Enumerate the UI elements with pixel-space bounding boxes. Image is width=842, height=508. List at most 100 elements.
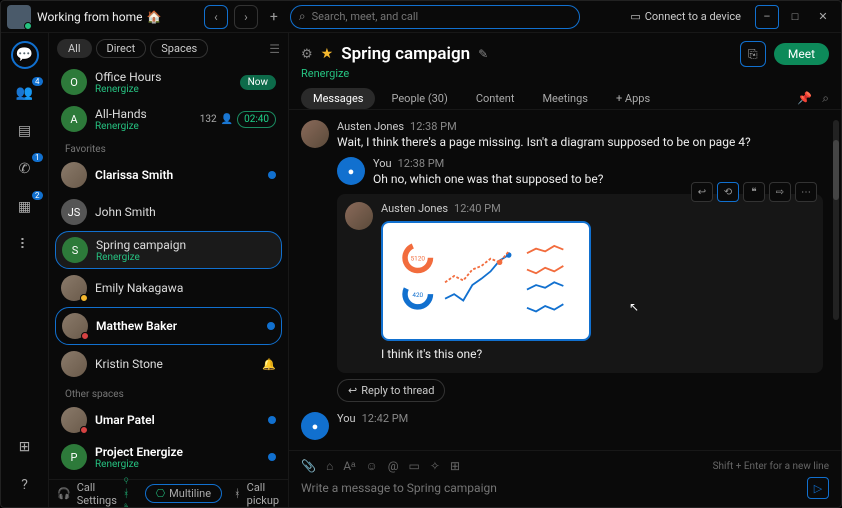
user-status[interactable]: Working from home 🏠 — [37, 10, 161, 24]
filter-spaces[interactable]: Spaces — [150, 39, 208, 58]
reaction-bar: ↩ ⟲ ❝ ⇨ ⋯ — [691, 182, 817, 202]
pin-icon[interactable]: 📌 — [797, 91, 812, 106]
back-button[interactable]: ‹ — [204, 5, 228, 29]
cast-icon: ▭ — [630, 10, 640, 23]
message-avatar[interactable]: ● — [301, 412, 329, 440]
list-item[interactable]: Clarissa Smith — [55, 157, 282, 193]
search-input[interactable] — [312, 10, 571, 23]
phone-icon: ✆ — [19, 161, 31, 177]
space-title: Spring campaign — [341, 44, 470, 64]
multiline-button[interactable]: ⎔ Multiline — [145, 484, 222, 503]
mention-icon[interactable]: @ — [388, 459, 399, 473]
message-avatar[interactable] — [301, 120, 329, 148]
bell-icon: 🔔 — [262, 358, 276, 371]
copy-link-button[interactable]: ⎘ — [740, 41, 766, 67]
space-list: O Office Hours Renergize Now A All-Hands… — [49, 64, 288, 479]
message-list[interactable]: Austen Jones12:38 PM Wait, I think there… — [289, 110, 841, 450]
list-item[interactable]: JS John Smith — [55, 194, 282, 230]
tab-people[interactable]: People (30) — [379, 88, 459, 109]
rail-messaging[interactable]: 💬 — [11, 41, 39, 69]
maximize-button[interactable]: □ — [783, 5, 807, 29]
call-settings-label[interactable]: Call Settings — [77, 481, 117, 507]
filter-all[interactable]: All — [57, 39, 92, 58]
bitmoji-icon[interactable]: ✧ — [430, 459, 440, 473]
list-sub: Renergize — [95, 459, 183, 470]
reaction-quote-icon[interactable]: ❝ — [743, 182, 765, 202]
call-pickup-label[interactable]: Call pickup — [247, 481, 280, 507]
message-time: 12:42 PM — [362, 412, 409, 425]
person-avatar — [61, 162, 87, 188]
global-search[interactable]: ⌕ — [290, 5, 580, 29]
rail-help[interactable]: ? — [11, 471, 39, 499]
rail-calendar[interactable]: ▦ 2 — [11, 193, 39, 221]
message-avatar[interactable]: ● — [337, 157, 365, 185]
meet-button[interactable]: Meet — [774, 43, 829, 65]
attach-icon[interactable]: 📎 — [301, 459, 316, 473]
send-button[interactable]: ▷ — [807, 477, 829, 499]
list-title: Matthew Baker — [96, 319, 177, 333]
person-avatar — [62, 313, 88, 339]
tab-messages[interactable]: Messages — [301, 88, 375, 109]
calendar-badge: 2 — [32, 191, 43, 200]
gif-icon[interactable]: ▭ — [409, 459, 420, 473]
tab-meetings[interactable]: Meetings — [530, 88, 599, 109]
scroll-thumb[interactable] — [833, 140, 839, 200]
apps-icon: ⊞ — [19, 439, 31, 455]
message-author: You — [337, 412, 356, 425]
list-item[interactable]: Emily Nakagawa — [55, 270, 282, 306]
new-button[interactable]: + — [264, 7, 284, 27]
svg-text:420: 420 — [412, 291, 423, 299]
list-item[interactable]: O Office Hours Renergize Now — [55, 64, 282, 100]
unread-dot — [268, 416, 276, 424]
forward-button[interactable]: › — [234, 5, 258, 29]
close-button[interactable]: ✕ — [811, 5, 835, 29]
tab-content[interactable]: Content — [464, 88, 527, 109]
connect-device-button[interactable]: ▭ Connect to a device — [622, 10, 749, 23]
rail-apps[interactable]: ⊞ — [11, 433, 39, 461]
chart-attachment[interactable]: 5120 420 — [381, 221, 591, 341]
rail-more[interactable]: ⠇ — [11, 231, 39, 259]
star-icon[interactable]: ★ — [321, 46, 334, 62]
screenshot-icon[interactable]: ⌂ — [326, 459, 333, 473]
filter-icon[interactable]: ☰ — [269, 42, 280, 56]
list-item[interactable]: A All-Hands Renergize 132 👤 02:40 — [55, 101, 282, 137]
list-item[interactable]: Kristin Stone 🔔 — [55, 346, 282, 382]
reaction-reply-icon[interactable]: ↩ — [691, 182, 713, 202]
reply-thread-button[interactable]: ↩ Reply to thread — [337, 379, 445, 402]
rail-teams[interactable]: 👥 4 — [11, 79, 39, 107]
reaction-forward-icon[interactable]: ⟲ — [717, 182, 739, 202]
multiline-label: Multiline — [169, 487, 211, 500]
window-controls: – □ ✕ — [755, 5, 835, 29]
apps-compose-icon[interactable]: ⊞ — [450, 459, 460, 473]
reaction-more-icon[interactable]: ⋯ — [795, 182, 817, 202]
composer-input[interactable] — [301, 479, 799, 497]
format-icon[interactable]: Aᵃ — [343, 459, 355, 473]
space-avatar: S — [62, 237, 88, 263]
list-sub: Renergize — [95, 84, 161, 95]
person-avatar — [61, 275, 87, 301]
scrollbar[interactable] — [833, 120, 839, 320]
list-item[interactable]: Umar Patel — [55, 402, 282, 438]
reaction-share-icon[interactable]: ⇨ — [769, 182, 791, 202]
list-title: Project Energize — [95, 445, 183, 459]
user-avatar[interactable] — [7, 5, 31, 29]
rail-calling[interactable]: ✆ 1 — [11, 155, 39, 183]
message-card: ↩ ⟲ ❝ ⇨ ⋯ Austen Jones12:40 PM — [337, 194, 823, 373]
filter-direct[interactable]: Direct — [96, 39, 147, 58]
list-title: Emily Nakagawa — [95, 281, 183, 295]
list-item[interactable]: S Spring campaign Renergize — [55, 231, 282, 269]
unread-dot — [267, 322, 275, 330]
pencil-icon[interactable]: ✎ — [478, 47, 488, 61]
tab-apps[interactable]: + Apps — [604, 88, 662, 109]
status-label: Working from home — [37, 10, 143, 24]
list-item[interactable]: Matthew Baker — [55, 307, 282, 345]
message-avatar[interactable] — [345, 202, 373, 230]
minimize-button[interactable]: – — [755, 5, 779, 29]
rail-contacts[interactable]: ▤ — [11, 117, 39, 145]
search-in-space-icon[interactable]: ⌕ — [822, 91, 829, 106]
emoji-icon[interactable]: ☺ — [366, 459, 378, 473]
list-item[interactable]: P Project Energize Renergize — [55, 439, 282, 475]
list-sub: Renergize — [96, 252, 186, 263]
nav-rail: 💬 👥 4 ▤ ✆ 1 ▦ 2 ⠇ ⊞ ? — [1, 33, 49, 507]
gear-icon[interactable]: ⚙ — [301, 47, 313, 62]
